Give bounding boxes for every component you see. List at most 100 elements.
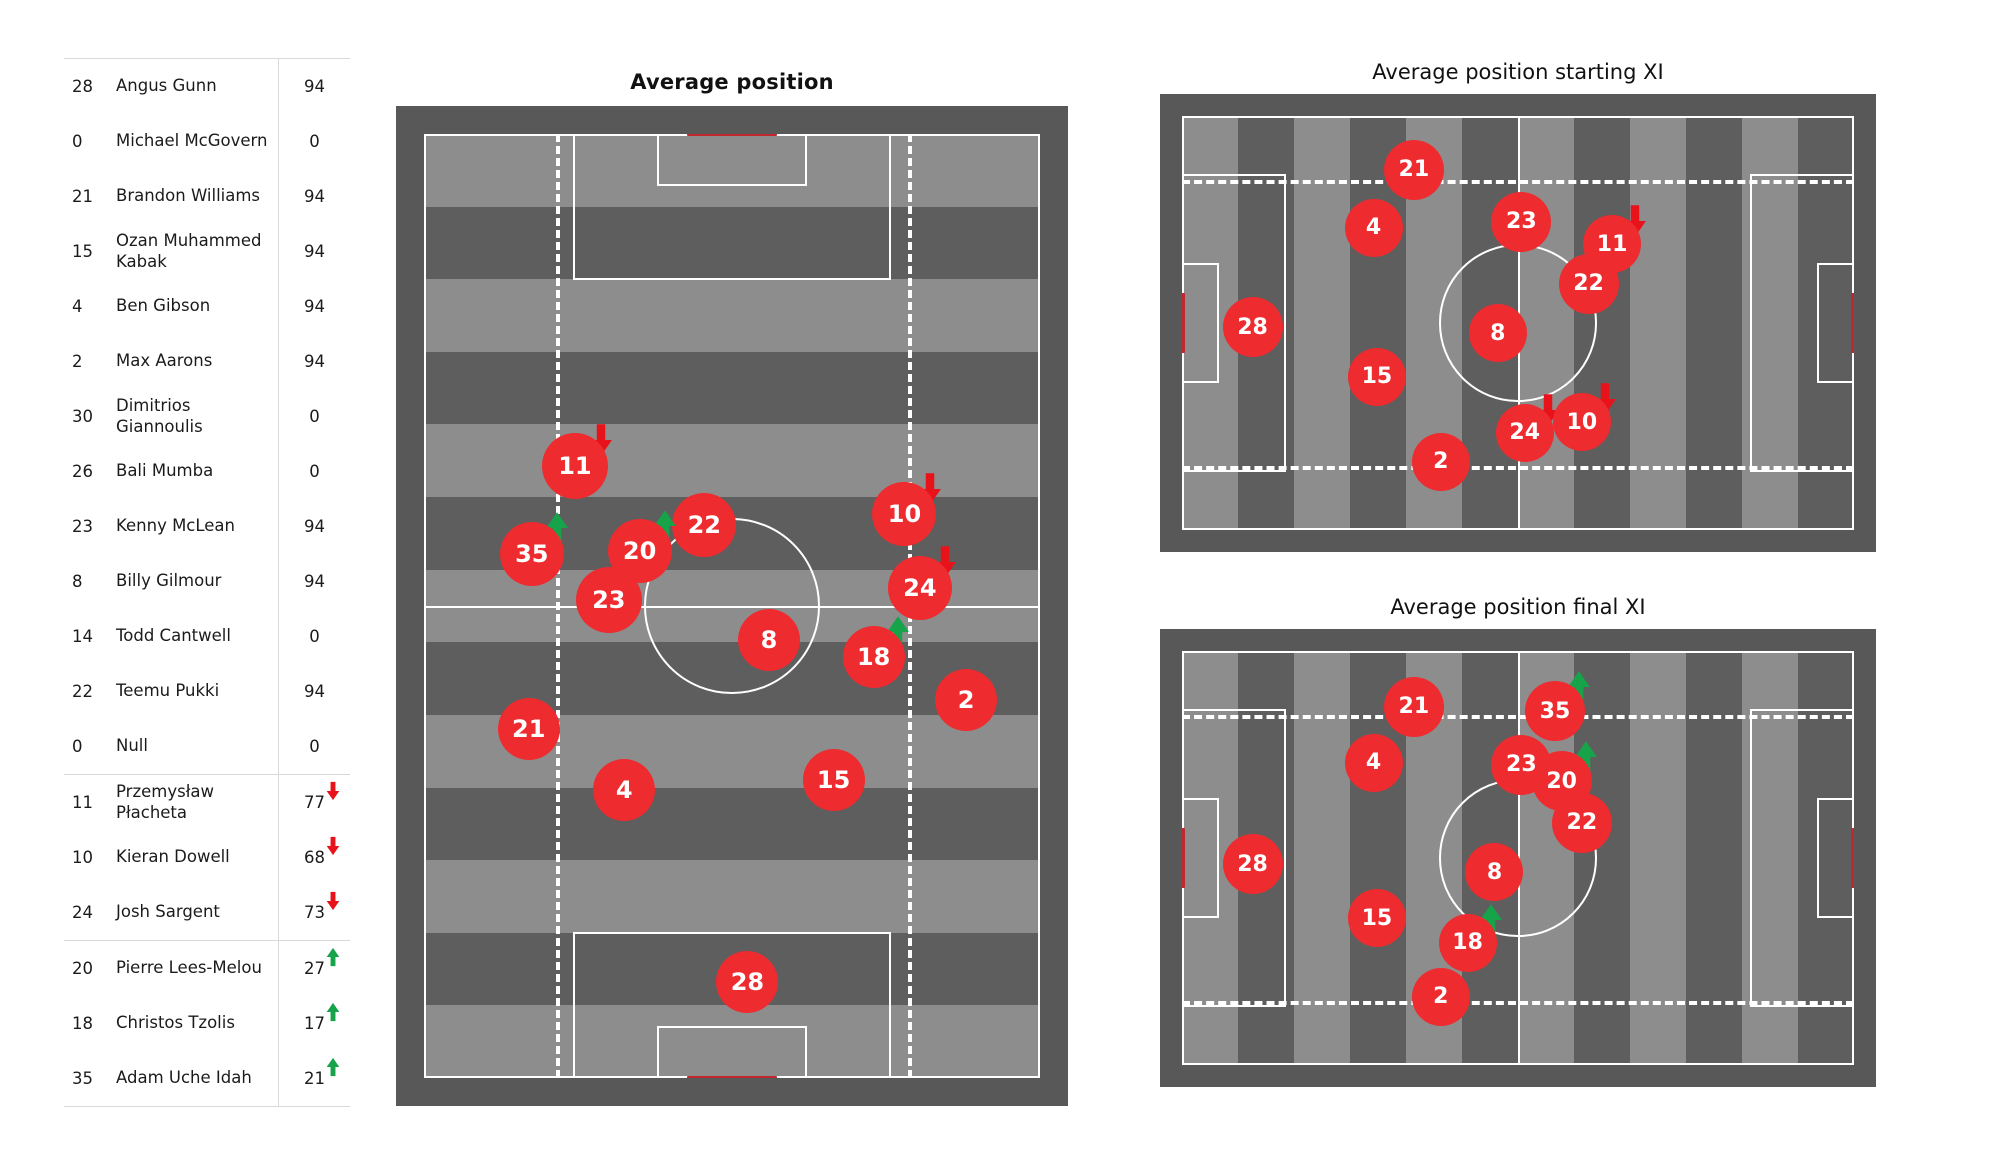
pitch-playing-area: 11 35 22 20 23 8 10 24 18 2 21 4 15 28 <box>424 134 1040 1078</box>
lineup-section-subbed-off: 11 Przemysław Płacheta 77 10 Kieran Dowell 68… <box>64 774 350 940</box>
player-name: Billy Gilmour <box>116 571 222 591</box>
table-row[interactable]: 28 Angus Gunn 94 <box>64 59 350 114</box>
player-marker[interactable]: 21 <box>1383 139 1444 200</box>
table-row[interactable]: 24 Josh Sargent 73 <box>64 885 350 940</box>
player-marker[interactable]: 18 <box>1438 913 1497 972</box>
player-name: Adam Uche Idah <box>116 1068 252 1088</box>
player-marker[interactable]: 11 <box>541 433 608 500</box>
main-pitch-title: Average position <box>630 70 834 94</box>
pitch-playing-area: 21 4 23 11 22 28 8 15 24 10 2 <box>1182 116 1854 530</box>
sub-off-arrow-icon <box>326 891 340 911</box>
table-row[interactable]: 2 Max Aarons 94 <box>64 334 350 389</box>
minutes-cell: 94 <box>278 169 350 224</box>
player-marker[interactable]: 8 <box>1468 304 1527 363</box>
table-row[interactable]: 15 Ozan Muhammed Kabak 94 <box>64 224 350 279</box>
lineup-section-subbed-on: 20 Pierre Lees-Melou 27 18 Christos Tzolis 17… <box>64 940 350 1107</box>
table-row[interactable]: 0 Null 0 <box>64 719 350 774</box>
player-marker-number: 18 <box>856 642 891 671</box>
player-marker-number: 20 <box>622 537 657 566</box>
goal-post-bottom <box>687 1076 777 1078</box>
player-name: Christos Tzolis <box>116 1013 235 1033</box>
starting-xi-pitch-graphic: 21 4 23 11 22 28 8 15 24 10 2 <box>1160 94 1876 552</box>
final-xi-panel: Average position final XI 21 35 4 23 20 22 28 8… <box>1160 595 1876 1087</box>
goal-post-right <box>1851 292 1854 353</box>
player-marker[interactable]: 4 <box>1344 733 1403 792</box>
player-marker[interactable]: 28 <box>1222 834 1283 895</box>
player-marker[interactable]: 21 <box>1383 676 1444 737</box>
player-marker[interactable]: 2 <box>935 669 998 732</box>
player-marker-number: 8 <box>1490 320 1506 346</box>
minutes-cell: 94 <box>278 224 350 279</box>
player-marker[interactable]: 23 <box>1491 191 1552 252</box>
minutes-cell: 94 <box>278 334 350 389</box>
goal-area-left <box>1182 797 1219 919</box>
player-marker-number: 23 <box>592 586 626 615</box>
player-shirt-number: 18 <box>72 1014 93 1033</box>
table-row[interactable]: 20 Pierre Lees-Melou 27 <box>64 941 350 996</box>
player-marker[interactable]: 2 <box>1411 432 1470 491</box>
player-marker-number: 28 <box>1237 851 1268 877</box>
minutes-played: 77 <box>304 793 325 812</box>
player-shirt-number: 22 <box>72 682 93 701</box>
table-row[interactable]: 35 Adam Uche Idah 21 <box>64 1051 350 1106</box>
table-row[interactable]: 22 Teemu Pukki 94 <box>64 664 350 719</box>
minutes-cell: 94 <box>278 59 350 114</box>
player-marker[interactable]: 28 <box>1222 297 1283 358</box>
player-marker[interactable]: 22 <box>672 492 737 557</box>
pitch-playing-area: 21 35 4 23 20 22 28 8 15 18 2 <box>1182 651 1854 1065</box>
horizontal-guide-bottom <box>1182 465 1854 470</box>
player-marker[interactable]: 24 <box>1495 403 1554 462</box>
table-row[interactable]: 21 Brandon Williams 94 <box>64 169 350 224</box>
player-marker[interactable]: 10 <box>872 482 937 547</box>
goal-area-right <box>1817 797 1854 919</box>
player-marker[interactable]: 22 <box>1551 792 1612 853</box>
table-row[interactable]: 11 Przemysław Płacheta 77 <box>64 775 350 830</box>
player-marker[interactable]: 35 <box>1524 681 1585 742</box>
player-marker-number: 15 <box>816 765 851 794</box>
player-marker[interactable]: 23 <box>575 567 642 634</box>
table-row[interactable]: 10 Kieran Dowell 68 <box>64 830 350 885</box>
player-marker[interactable]: 35 <box>499 522 564 587</box>
player-marker-number: 35 <box>1539 698 1571 724</box>
table-row[interactable]: 18 Christos Tzolis 17 <box>64 996 350 1051</box>
player-name: Kieran Dowell <box>116 847 230 867</box>
table-row[interactable]: 8 Billy Gilmour 94 <box>64 554 350 609</box>
player-marker[interactable]: 21 <box>497 697 560 760</box>
horizontal-guide-top <box>1182 180 1854 185</box>
player-marker[interactable]: 28 <box>716 950 779 1013</box>
final-xi-title: Average position final XI <box>1390 595 1646 619</box>
minutes-played: 68 <box>304 848 325 867</box>
player-marker-number: 28 <box>1237 314 1268 340</box>
player-marker-number: 21 <box>1398 694 1430 720</box>
minutes-cell: 0 <box>278 114 350 169</box>
player-marker[interactable]: 10 <box>1552 393 1611 452</box>
player-marker-number: 22 <box>687 510 721 539</box>
player-marker[interactable]: 24 <box>887 556 952 621</box>
player-marker-number: 11 <box>1596 231 1628 257</box>
player-name: Brandon Williams <box>116 186 261 206</box>
minutes-played: 94 <box>304 572 325 591</box>
player-marker[interactable]: 15 <box>1347 889 1406 948</box>
player-marker[interactable]: 22 <box>1558 253 1619 314</box>
minutes-cell: 94 <box>278 664 350 719</box>
table-row[interactable]: 0 Michael McGovern 0 <box>64 114 350 169</box>
player-marker[interactable]: 2 <box>1411 967 1470 1026</box>
player-marker[interactable]: 18 <box>842 625 905 688</box>
player-marker[interactable]: 4 <box>1344 198 1403 257</box>
table-row[interactable]: 14 Todd Cantwell 0 <box>64 609 350 664</box>
player-name: Todd Cantwell <box>116 626 231 646</box>
table-row[interactable]: 26 Bali Mumba 0 <box>64 444 350 499</box>
table-row[interactable]: 4 Ben Gibson 94 <box>64 279 350 334</box>
player-name: Pierre Lees-Melou <box>116 958 262 978</box>
player-marker[interactable]: 15 <box>1347 347 1406 406</box>
player-marker[interactable]: 4 <box>593 759 656 822</box>
player-marker[interactable]: 8 <box>737 608 800 671</box>
player-marker[interactable]: 15 <box>802 748 865 811</box>
player-name: Ozan Muhammed Kabak <box>116 231 262 271</box>
vertical-guide-left <box>556 134 561 1078</box>
player-marker[interactable]: 8 <box>1465 843 1524 902</box>
player-marker-number: 10 <box>1566 409 1598 435</box>
table-row[interactable]: 23 Kenny McLean 94 <box>64 499 350 554</box>
player-marker-number: 24 <box>903 574 937 603</box>
table-row[interactable]: 30 Dimitrios Giannoulis 0 <box>64 389 350 444</box>
